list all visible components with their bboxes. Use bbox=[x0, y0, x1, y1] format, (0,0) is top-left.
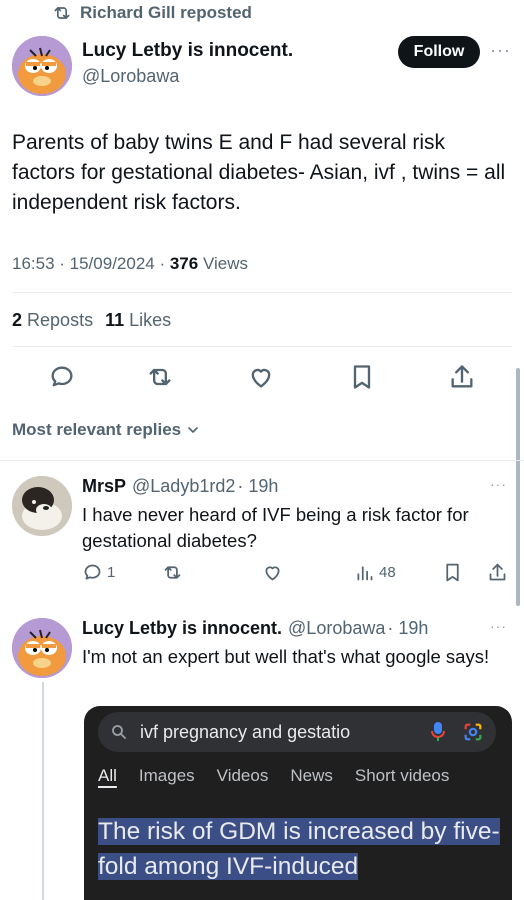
reply-author-name[interactable]: MrsP bbox=[82, 476, 126, 497]
bookmark-button[interactable] bbox=[442, 562, 463, 583]
divider bbox=[12, 292, 512, 293]
reply-text: I'm not an expert but well that's what g… bbox=[82, 646, 490, 667]
reply-icon bbox=[84, 564, 101, 580]
follow-button[interactable]: Follow bbox=[398, 36, 480, 68]
tweet-text: Parents of baby twins E and F had severa… bbox=[12, 131, 506, 214]
garfield-avatar-image bbox=[12, 618, 72, 678]
more-options-icon[interactable]: ··· bbox=[490, 40, 511, 61]
share-icon[interactable] bbox=[448, 363, 476, 391]
search-icon bbox=[112, 725, 126, 739]
repost-banner[interactable]: Richard Gill reposted bbox=[52, 2, 252, 24]
thread-line bbox=[42, 682, 44, 900]
like-icon[interactable] bbox=[247, 363, 275, 391]
google-tab-videos: Videos bbox=[216, 766, 269, 785]
bookmark-icon bbox=[446, 563, 459, 582]
embedded-image[interactable]: ivf pregnancy and gestatio All Images Vi… bbox=[84, 706, 512, 900]
dog-avatar-image bbox=[12, 476, 72, 536]
google-tab-all: All bbox=[98, 766, 117, 785]
author-handle[interactable]: @Lorobawa bbox=[82, 66, 179, 87]
reply-author-name[interactable]: Lucy Letby is innocent. bbox=[82, 618, 282, 639]
avatar[interactable] bbox=[12, 476, 72, 536]
google-search-bar: ivf pregnancy and gestatio bbox=[98, 712, 496, 752]
tweet-meta: 16:53 · 15/09/2024 · 376 Views bbox=[12, 254, 248, 274]
bookmark-icon[interactable] bbox=[348, 363, 376, 391]
reply-time[interactable]: · 19h bbox=[237, 476, 278, 497]
share-icon bbox=[489, 563, 506, 581]
reposts-stat[interactable]: 2 Reposts bbox=[12, 310, 93, 331]
divider bbox=[12, 346, 512, 347]
share-button[interactable] bbox=[487, 562, 508, 583]
views-button[interactable]: 48 bbox=[354, 562, 396, 583]
reply-button[interactable]: 1 bbox=[82, 562, 115, 583]
garfield-avatar-image bbox=[12, 36, 72, 96]
google-tab-images: Images bbox=[138, 766, 195, 785]
repost-icon bbox=[164, 566, 181, 579]
likes-stat[interactable]: 11 Likes bbox=[105, 310, 171, 331]
reply-header: MrsP @Ladyb1rd2 · 19h bbox=[82, 476, 278, 497]
google-tab-news: News bbox=[290, 766, 333, 785]
reply-icon[interactable] bbox=[48, 363, 76, 391]
chevron-down-icon bbox=[188, 427, 198, 433]
reply-sort-label: Most relevant replies bbox=[12, 420, 182, 439]
views-label: Views bbox=[198, 254, 248, 273]
divider bbox=[0, 460, 524, 461]
reply-sort-dropdown[interactable]: Most relevant replies bbox=[12, 420, 201, 440]
microphone-icon bbox=[431, 722, 445, 741]
repost-icon bbox=[54, 7, 70, 19]
author-name[interactable]: Lucy Letby is innocent. bbox=[82, 40, 293, 62]
reply-handle[interactable]: @Ladyb1rd2 bbox=[132, 476, 235, 497]
google-search-query: ivf pregnancy and gestatio bbox=[140, 721, 351, 742]
reply-count: 1 bbox=[107, 564, 116, 581]
reply-action-bar: 1 48 bbox=[82, 562, 512, 588]
tweet-timestamp[interactable]: 16:53 · 15/09/2024 · bbox=[12, 254, 170, 273]
reply-handle[interactable]: @Lorobawa bbox=[288, 618, 385, 639]
tweet-action-bar bbox=[0, 358, 524, 398]
views-count: 376 bbox=[169, 254, 199, 273]
repost-banner-text: Richard Gill reposted bbox=[80, 3, 252, 22]
like-icon bbox=[265, 566, 280, 581]
google-tabs: All Images Videos News Short videos bbox=[98, 766, 449, 786]
like-button[interactable] bbox=[262, 562, 283, 583]
avatar[interactable] bbox=[12, 618, 72, 678]
reply-text: I have never heard of IVF being a risk f… bbox=[82, 504, 469, 551]
avatar[interactable] bbox=[12, 36, 72, 96]
reply-header: Lucy Letby is innocent. @Lorobawa · 19h bbox=[82, 618, 428, 639]
reply-views-count: 48 bbox=[379, 564, 396, 581]
reply-time[interactable]: · 19h bbox=[387, 618, 428, 639]
google-tab-short-videos: Short videos bbox=[354, 766, 450, 785]
repost-icon[interactable] bbox=[146, 363, 174, 391]
tweet-stats: 2 Reposts 11 Likes bbox=[12, 310, 171, 331]
lens-camera-icon bbox=[464, 723, 482, 741]
more-options-icon[interactable]: ··· bbox=[490, 476, 507, 492]
repost-button[interactable] bbox=[162, 562, 183, 583]
more-options-icon[interactable]: ··· bbox=[490, 618, 507, 634]
scrollbar[interactable] bbox=[516, 368, 520, 606]
analytics-icon bbox=[357, 566, 373, 581]
google-answer-text: The risk of GDM is increased by five-fol… bbox=[98, 818, 500, 880]
